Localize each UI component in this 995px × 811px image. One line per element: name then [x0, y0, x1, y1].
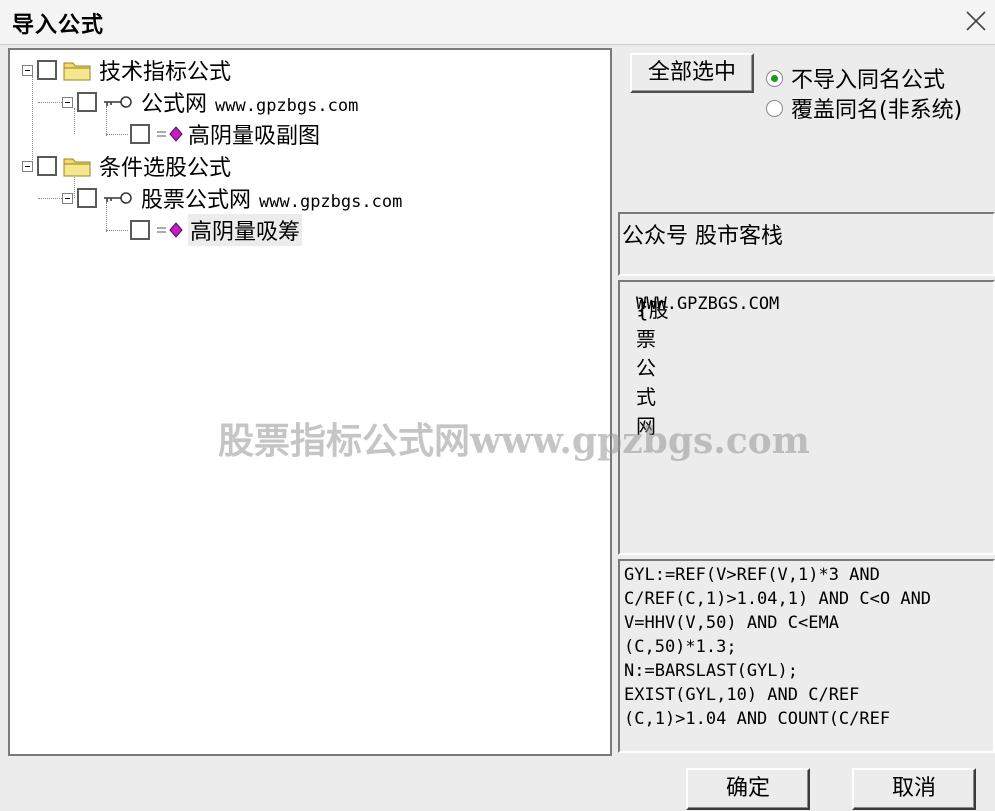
author-field: 公众号 股市客栈 — [618, 212, 995, 276]
tree-label: 条件选股公式 — [99, 156, 232, 181]
code-line: C/REF(C,1)>1.04,1) AND C<O AND — [624, 589, 932, 609]
tree-line — [106, 134, 128, 135]
window-title: 导入公式 — [12, 13, 105, 38]
code-line: GYL:=REF(V>REF(V,1)*3 AND — [624, 565, 880, 585]
radio-skip-same-name[interactable]: 不导入同名公式 — [766, 62, 945, 94]
formula-gem-icon — [157, 222, 183, 238]
folder-icon — [63, 158, 91, 177]
folder-icon — [63, 62, 91, 81]
radio-overwrite-same-name[interactable]: 覆盖同名(非系统) — [766, 92, 962, 124]
collapse-toggle[interactable] — [62, 192, 73, 204]
formula-gem-icon — [157, 126, 183, 142]
tree-label: 高阴量吸副图 — [188, 124, 321, 149]
tree-label: 股票公式网 www.gpzbgs.com — [141, 182, 402, 214]
group-name: 股票公式网 — [141, 188, 252, 213]
tree-label: 公式网 www.gpzbgs.com — [141, 86, 358, 118]
code-line: (C,50)*1.3; — [624, 637, 737, 657]
tree-checkbox[interactable] — [37, 156, 57, 176]
group-name: 公式网 — [141, 92, 208, 117]
code-line: V=HHV(V,50) AND C<EMA — [624, 613, 839, 633]
title-bar: 导入公式 — [0, 0, 995, 45]
tree-checkbox[interactable] — [130, 124, 150, 144]
description-url: WWW.GPZBGS.COM — [636, 294, 780, 314]
tree-formula-gaoyinliangxichou[interactable]: 高阴量吸筹 — [130, 214, 303, 246]
tree-checkbox[interactable] — [130, 220, 150, 240]
cancel-button[interactable]: 取消 — [852, 768, 976, 810]
collapse-toggle[interactable] — [22, 160, 33, 172]
radio-label: 覆盖同名(非系统) — [791, 98, 963, 123]
tree-folder-indicators[interactable]: 技术指标公式 — [22, 56, 232, 85]
select-all-button[interactable]: 全部选中 — [630, 53, 754, 93]
tree-checkbox[interactable] — [77, 188, 97, 208]
code-line: (C,1)>1.04 AND COUNT(C/REF — [624, 709, 891, 729]
author-text: 公众号 股市客栈 — [622, 224, 783, 249]
radio-label: 不导入同名公式 — [791, 68, 946, 93]
key-icon — [104, 192, 132, 204]
collapse-toggle[interactable] — [62, 96, 73, 108]
tree-folder-tiaojianxuangu[interactable]: 条件选股公式 — [22, 152, 232, 181]
code-line: N:=BARSLAST(GYL); — [624, 661, 798, 681]
group-url: www.gpzbgs.com — [215, 96, 359, 116]
code-line: EXIST(GYL,10) AND C/REF — [624, 685, 860, 705]
tree-group-gupiaogongshiwang[interactable]: 股票公式网 www.gpzbgs.com — [62, 182, 402, 214]
radio-unselected-icon[interactable] — [766, 99, 783, 117]
collapse-toggle[interactable] — [22, 64, 33, 76]
close-icon[interactable] — [963, 8, 989, 34]
formula-code-field: GYL:=REF(V>REF(V,1)*3 AND C/REF(C,1)>1.0… — [618, 559, 995, 753]
tree-line — [106, 230, 128, 231]
tree-label: 技术指标公式 — [99, 60, 232, 85]
tree-group-gongshiwang[interactable]: 公式网 www.gpzbgs.com — [62, 86, 358, 118]
formula-tree[interactable]: 技术指标公式 公式网 www.gpzbgs.com 高阴量吸副图 条件选股公式 — [8, 48, 612, 756]
tree-checkbox[interactable] — [37, 60, 57, 80]
watermark-text: 股票指标公式网www.gpzbgs.com — [218, 420, 810, 462]
tree-formula-gaoyinliangxi-futu[interactable]: 高阴量吸副图 — [130, 120, 321, 149]
tree-label-selected: 高阴量吸筹 — [188, 214, 303, 246]
tree-checkbox[interactable] — [77, 92, 97, 112]
key-icon — [104, 96, 132, 108]
group-url: www.gpzbgs.com — [259, 192, 403, 212]
ok-button[interactable]: 确定 — [686, 768, 810, 810]
description-suffix: } — [636, 294, 649, 318]
radio-selected-icon[interactable] — [766, 69, 783, 87]
